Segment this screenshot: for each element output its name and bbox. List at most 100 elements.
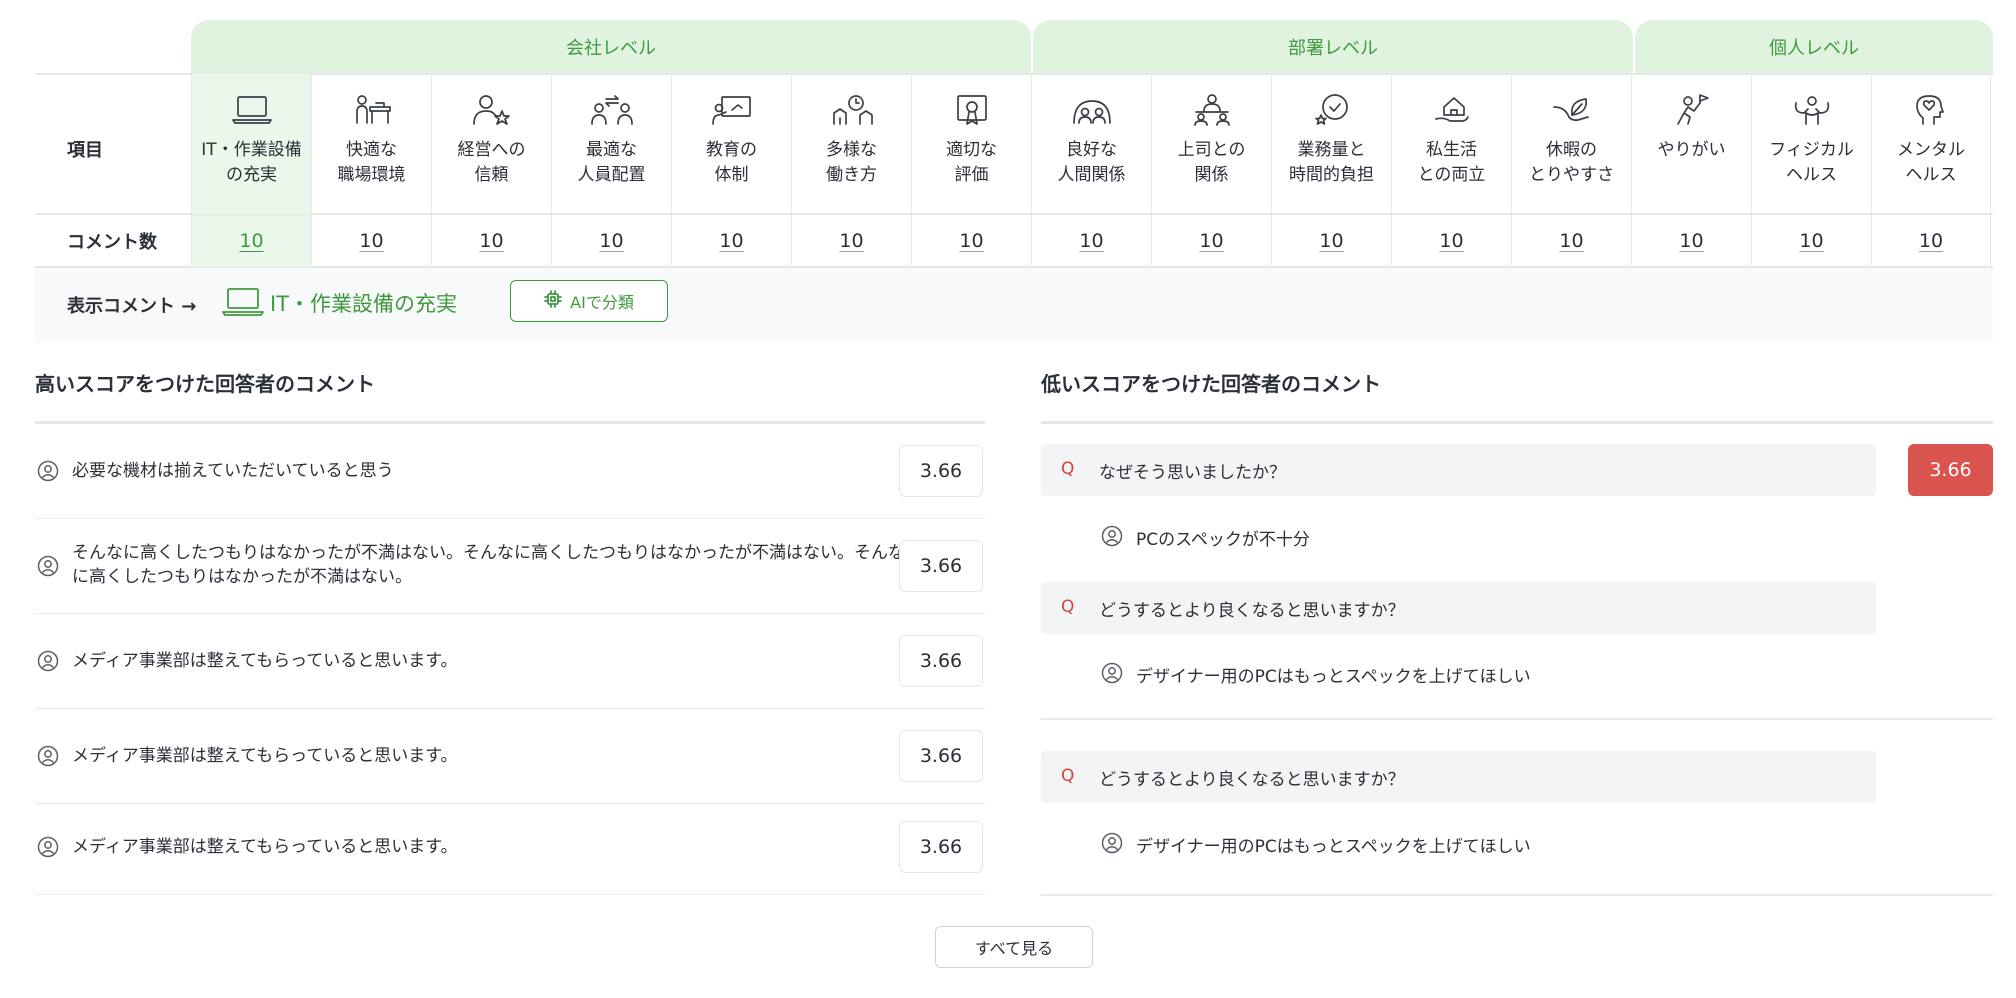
display-comment-bar: 表示コメント → IT・作業設備の充実 AIで分類: [35, 268, 1993, 342]
score-badge: 3.66: [899, 730, 983, 782]
person-icon: [37, 836, 59, 862]
comment-count-link[interactable]: 10: [1199, 230, 1223, 252]
category-label: 休暇の とりやすさ: [1529, 140, 1614, 185]
comment-row: メディア事業部は整えてもらっていると思います。 3.66: [35, 709, 985, 804]
person-star-icon: [470, 92, 514, 128]
person-icon: [37, 460, 59, 486]
count-cell[interactable]: 10: [1031, 215, 1151, 267]
category-staffing[interactable]: 最適な 人員配置: [551, 74, 671, 214]
comment-text: メディア事業部は整えてもらっていると思います。: [72, 651, 458, 671]
category-trust-in-management[interactable]: 経営への 信頼: [431, 74, 551, 214]
count-cell[interactable]: 10: [671, 215, 791, 267]
count-cell[interactable]: 10: [911, 215, 1031, 267]
comment-count-link[interactable]: 10: [959, 230, 983, 252]
person-flag-icon: [1670, 92, 1714, 128]
row-label-item: 項目: [67, 140, 103, 161]
comment-count-link[interactable]: 10: [719, 230, 743, 252]
count-cell[interactable]: 10: [1751, 215, 1871, 267]
question-bar: Q なぜそう思いましたか？: [1041, 444, 1876, 496]
high-score-title: 高いスコアをつけた回答者のコメント: [35, 372, 375, 396]
score-badge: 3.66: [899, 445, 983, 497]
count-cell[interactable]: 10: [1511, 215, 1631, 267]
category-label: 最適な 人員配置: [577, 140, 646, 185]
category-label: 上司との 関係: [1177, 140, 1246, 185]
comment-row: 必要な機材は揃えていただいていると思う 3.66: [35, 424, 985, 519]
comment-text: そんなに高くしたつもりはなかったが不満はない。そんなに高くしたつもりはなかったが…: [72, 543, 905, 587]
category-label: 業務量と 時間的負担: [1289, 140, 1374, 185]
count-cell[interactable]: 10: [791, 215, 911, 267]
question-text: どうするとより良くなると思いますか？: [1099, 770, 1405, 790]
count-cell[interactable]: 10: [1391, 215, 1511, 267]
person-icon: [37, 650, 59, 676]
comment-count-link[interactable]: 10: [1319, 230, 1343, 252]
person-icon: [1101, 832, 1123, 858]
category-relationships[interactable]: 良好な 人間関係: [1031, 74, 1151, 214]
count-cell[interactable]: 10: [431, 215, 551, 267]
divider: [1041, 718, 1993, 720]
score-badge: 3.66: [899, 540, 983, 592]
category-comfortable-workplace[interactable]: 快適な 職場環境: [311, 74, 431, 214]
count-cell[interactable]: 10: [1271, 215, 1391, 267]
ai-classify-button[interactable]: AIで分類: [510, 280, 668, 322]
clock-star-icon: [1310, 92, 1354, 128]
category-label: 快適な 職場環境: [337, 140, 406, 185]
count-cell[interactable]: 10: [191, 215, 311, 267]
level-header-row: 会社レベル 部署レベル 個人レベル: [35, 20, 1993, 73]
score-badge: 3.66: [899, 635, 983, 687]
question-mark: Q: [1061, 766, 1075, 786]
comment-count-link[interactable]: 10: [599, 230, 623, 252]
category-evaluation[interactable]: 適切な 評価: [911, 74, 1031, 214]
comment-count-link[interactable]: 10: [1799, 230, 1823, 252]
comment-count-link[interactable]: 10: [239, 230, 263, 252]
divider: [1041, 421, 1993, 424]
comment-row: そんなに高くしたつもりはなかったが不満はない。そんなに高くしたつもりはなかったが…: [35, 519, 985, 614]
level-personal: 個人レベル: [1635, 20, 1993, 73]
laptop-icon: [230, 92, 274, 128]
comment-count-link[interactable]: 10: [1079, 230, 1103, 252]
level-company: 会社レベル: [191, 20, 1031, 73]
category-label: 経営への 信頼: [457, 140, 526, 185]
count-cell[interactable]: 10: [1631, 215, 1751, 267]
comment-count-link[interactable]: 10: [1559, 230, 1583, 252]
count-cell[interactable]: 10: [311, 215, 431, 267]
comment-text: メディア事業部は整えてもらっていると思います。: [72, 746, 458, 766]
home-hand-icon: [1430, 92, 1474, 128]
comment-text: 必要な機材は揃えていただいていると思う: [72, 461, 394, 481]
comment-count-link[interactable]: 10: [359, 230, 383, 252]
category-it-equipment[interactable]: IT・作業設備 の充実: [191, 74, 311, 214]
score-badge: 3.66: [899, 821, 983, 873]
comment-count-link[interactable]: 10: [1439, 230, 1463, 252]
question-mark: Q: [1061, 459, 1075, 479]
category-fulfillment[interactable]: やりがい: [1631, 74, 1751, 214]
category-work-styles[interactable]: 多様な 働き方: [791, 74, 911, 214]
category-label: 良好な 人間関係: [1057, 140, 1126, 185]
category-work-life-balance[interactable]: 私生活 との両立: [1391, 74, 1511, 214]
leaf-hand-icon: [1550, 92, 1594, 128]
category-physical-health[interactable]: フィジカル ヘルス: [1751, 74, 1871, 214]
person-icon: [37, 745, 59, 771]
answer-text: PCのスペックが不十分: [1136, 530, 1310, 550]
comment-count-link[interactable]: 10: [479, 230, 503, 252]
comment-count-link[interactable]: 10: [839, 230, 863, 252]
category-label: IT・作業設備 の充実: [201, 140, 302, 185]
category-workload[interactable]: 業務量と 時間的負担: [1271, 74, 1391, 214]
count-cell[interactable]: 10: [551, 215, 671, 267]
category-time-off[interactable]: 休暇の とりやすさ: [1511, 74, 1631, 214]
category-mental-health[interactable]: メンタル ヘルス: [1871, 74, 1991, 214]
chip-icon: [544, 290, 563, 312]
count-cell[interactable]: 10: [1871, 215, 1991, 267]
muscle-icon: [1790, 92, 1834, 128]
comment-count-link[interactable]: 10: [1679, 230, 1703, 252]
certificate-icon: [950, 92, 994, 128]
category-boss-relationship[interactable]: 上司との 関係: [1151, 74, 1271, 214]
person-clock-icon: [830, 92, 874, 128]
category-label: フィジカル ヘルス: [1769, 140, 1854, 185]
count-cell[interactable]: 10: [1151, 215, 1271, 267]
person-icon: [37, 555, 59, 581]
comment-count-link[interactable]: 10: [1919, 230, 1943, 252]
boss-meeting-icon: [1190, 92, 1234, 128]
category-label: 多様な 働き方: [826, 140, 877, 185]
category-education[interactable]: 教育の 体制: [671, 74, 791, 214]
group-icon: [1070, 92, 1114, 128]
see-all-button[interactable]: すべて見る: [935, 926, 1093, 968]
